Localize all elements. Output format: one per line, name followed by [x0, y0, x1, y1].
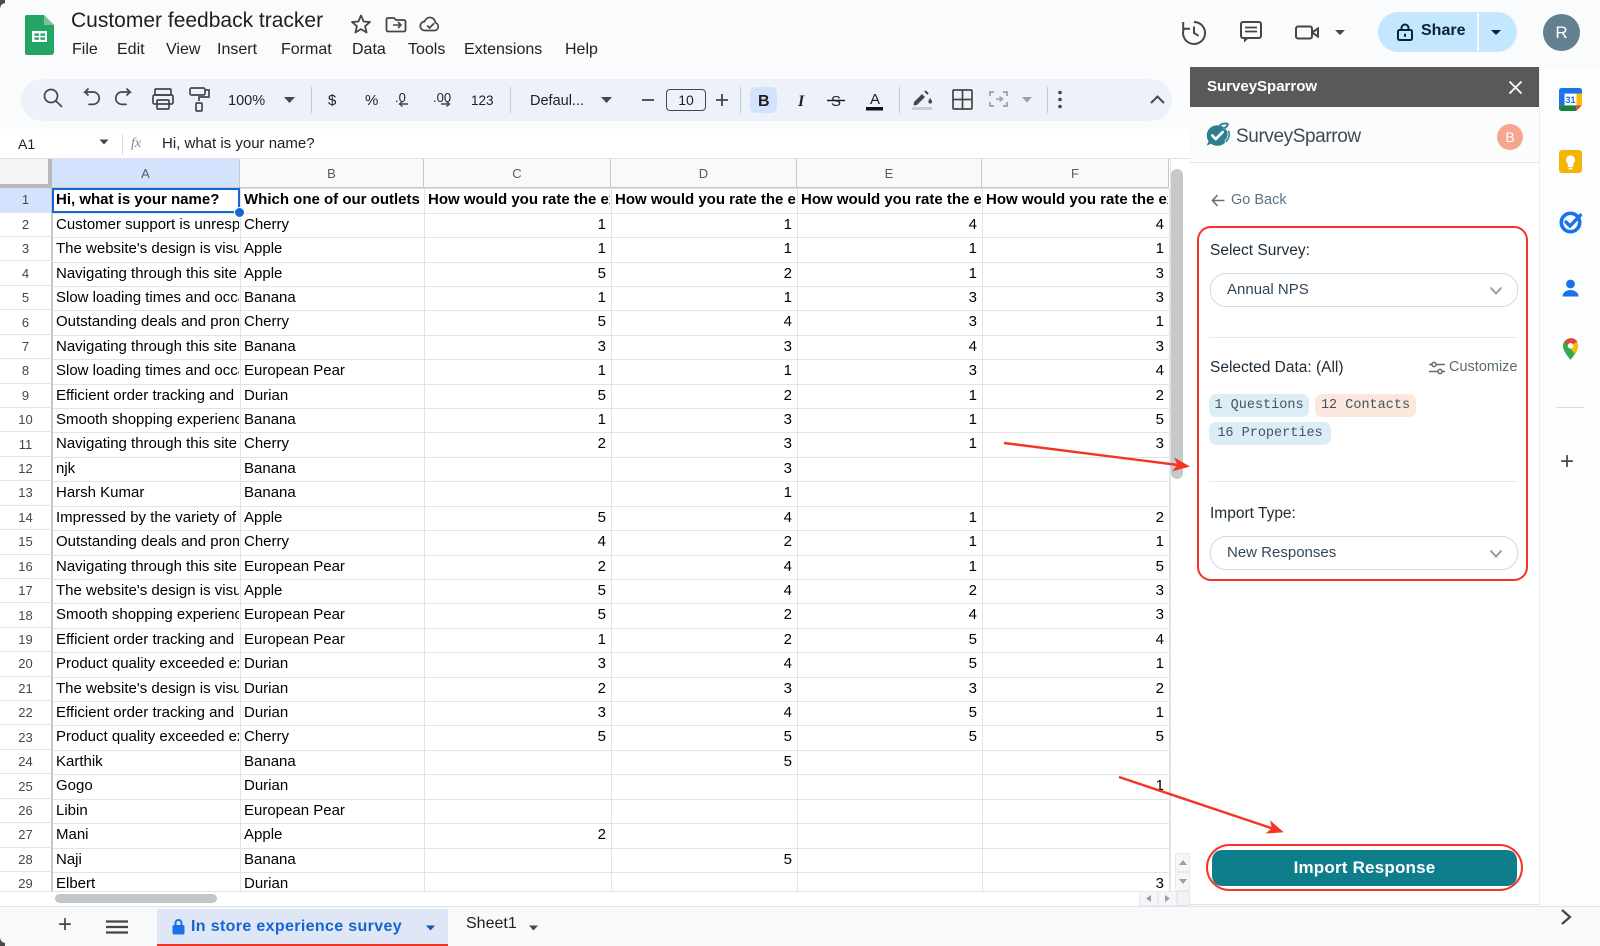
svg-text:$: $ — [328, 92, 337, 109]
svg-text:123: 123 — [471, 93, 494, 108]
svg-text:%: % — [365, 92, 378, 109]
svg-text:I: I — [797, 93, 805, 110]
svg-text:31: 31 — [1565, 95, 1575, 105]
svg-text:100%: 100% — [228, 93, 265, 109]
svg-text:A: A — [870, 91, 880, 108]
svg-text:B: B — [758, 93, 770, 110]
svg-text:Defaul...: Defaul... — [530, 93, 584, 109]
svg-text:S: S — [831, 93, 841, 110]
